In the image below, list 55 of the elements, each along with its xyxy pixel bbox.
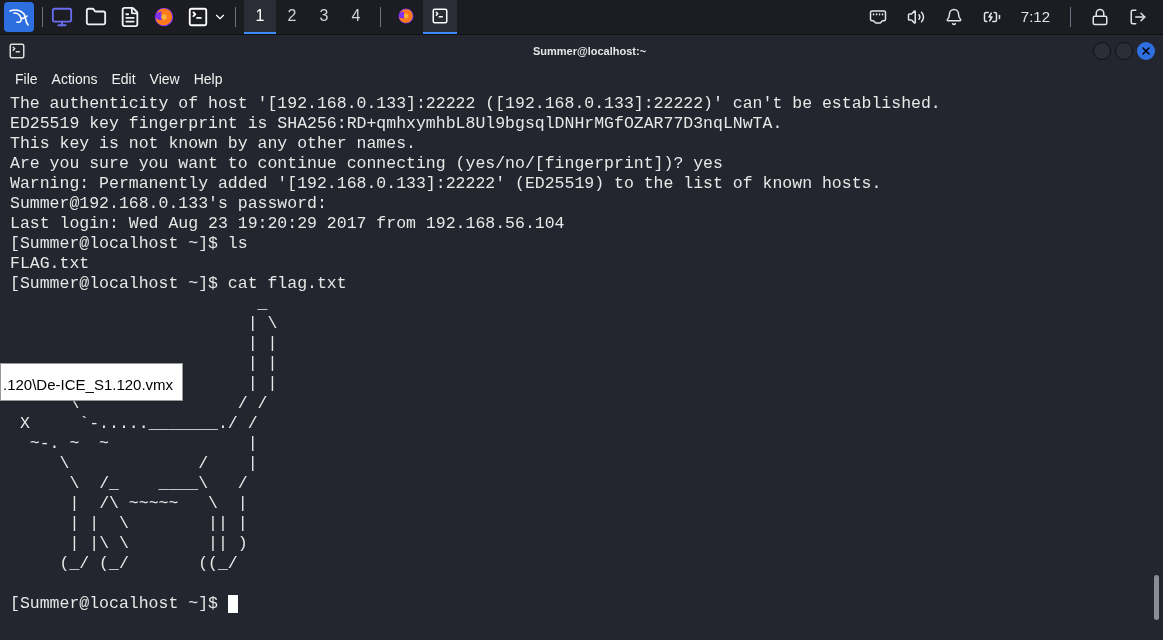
menu-item[interactable]: Edit [111, 68, 136, 90]
ascii-art-line: | | \ || | [69, 514, 248, 533]
app-menu-button[interactable] [4, 2, 34, 32]
terminal-line: Are you sure you want to continue connecting (yes/no/[fingerprint])? yes [10, 154, 723, 173]
shell-prompt: [Summer@localhost ~]$ [10, 594, 218, 614]
ascii-art-line: \ /_ ____\ / [69, 474, 248, 493]
workspace-tab[interactable]: 2 [276, 0, 308, 34]
terminal-icon[interactable] [187, 6, 209, 28]
terminal-line: Summer@192.168.0.133's password: [10, 194, 327, 213]
scrollbar[interactable] [1154, 575, 1159, 620]
ascii-art-line: ~-. ~ ~ | [29, 434, 258, 453]
terminal-icon [8, 42, 26, 60]
workspace-tab[interactable]: 3 [308, 0, 340, 34]
ascii-art-line: | |\ \ || ) [69, 534, 248, 553]
ascii-art-line: | | [247, 374, 278, 393]
menu-item[interactable]: View [149, 68, 180, 90]
ascii-art-line: | /\ ~~~~~ \ | [69, 494, 248, 513]
menu-item[interactable]: Help [193, 68, 223, 90]
terminal-line: Warning: Permanently added '[192.168.0.133]:22222' (ED25519) to the list of known hosts. [10, 174, 882, 193]
menu-item[interactable]: Actions [51, 68, 98, 90]
lock-icon[interactable] [1091, 8, 1109, 26]
folder-icon[interactable] [85, 6, 107, 28]
tooltip-text: .120\De-ICE_S1.120.vmx [2, 374, 174, 395]
close-icon [1140, 45, 1152, 57]
terminal-line: [Summer@localhost ~]$ ls [10, 234, 248, 253]
ascii-art-line: | \ [247, 314, 278, 333]
document-icon[interactable] [119, 6, 141, 28]
terminal-line: [Summer@localhost ~]$ cat flag.txt [10, 274, 347, 293]
desktop-icon[interactable] [51, 6, 73, 28]
ascii-art-line: _ [257, 294, 268, 313]
volume-icon[interactable] [906, 8, 925, 26]
ascii-art-line: | | [247, 354, 278, 373]
window-button[interactable] [423, 0, 457, 34]
firefox-icon [397, 7, 415, 25]
workspace-tab[interactable]: 4 [340, 0, 372, 34]
terminal-line: The authenticity of host '[192.168.0.133]:22222 ([192.168.0.133]:22222)' can't be established. [10, 94, 941, 113]
cursor [227, 595, 238, 613]
ascii-art-line: \ / | [59, 454, 258, 473]
terminal-line: ED25519 key fingerprint is SHA256:RD+qmhxymhbL8Ul9bgsqlDNHrMGfOZAR77D3nqLNwTA. [10, 114, 783, 133]
workspace-tab[interactable]: 1 [244, 0, 276, 34]
terminal-line: Last login: Wed Aug 23 19:20:29 2017 from 192.168.56.104 [10, 214, 565, 233]
ascii-art-line: X `-....._______./ / [19, 414, 258, 433]
clock[interactable]: 7:12 [1020, 5, 1050, 29]
terminal-line: FLAG.txt [10, 254, 90, 273]
terminal-icon [431, 7, 449, 25]
ascii-art-line: (_/ (_/ ((_/ [59, 554, 238, 573]
close-button[interactable] [1137, 42, 1155, 60]
firefox-icon [153, 6, 175, 28]
ascii-art-line: | | [247, 334, 278, 353]
terminal-line: This key is not known by any other names. [10, 134, 416, 153]
network-icon[interactable] [868, 8, 887, 26]
window-title: Summer@localhost:~ [532, 43, 647, 59]
logout-icon[interactable] [1129, 8, 1147, 26]
menu-item[interactable]: File [15, 68, 38, 90]
bell-icon[interactable] [944, 8, 963, 26]
